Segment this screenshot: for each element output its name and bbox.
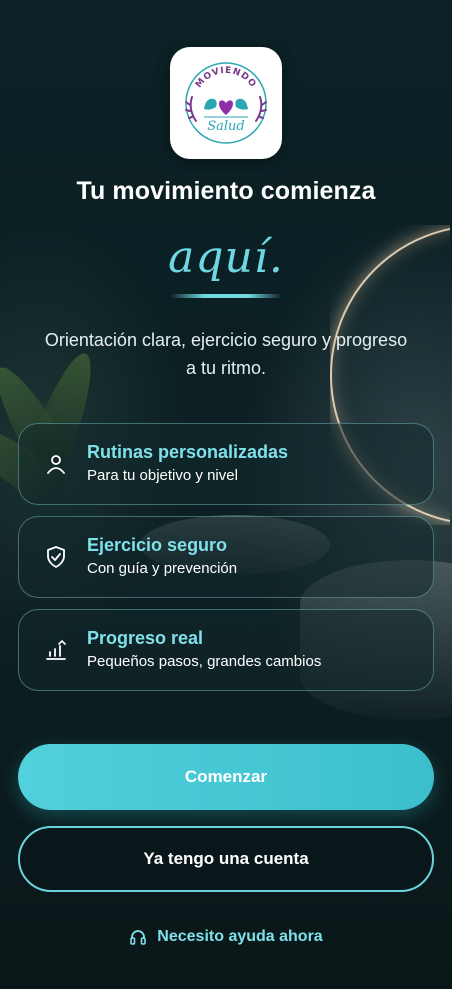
feature-subtitle: Pequeños pasos, grandes cambios xyxy=(87,653,322,670)
app-logo: MOVIENDO Salud xyxy=(170,47,282,159)
script-headline: aquí. xyxy=(168,232,284,283)
user-icon xyxy=(41,449,71,479)
script-underline xyxy=(170,294,282,298)
help-link[interactable]: Necesito ayuda ahora xyxy=(0,928,452,946)
feature-subtitle: Para tu objetivo y nivel xyxy=(87,467,238,484)
shield-check-icon xyxy=(41,542,71,572)
headphones-icon xyxy=(129,928,147,946)
feature-subtitle: Con guía y prevención xyxy=(87,560,238,577)
svg-text:Salud: Salud xyxy=(207,119,245,134)
feature-title: Rutinas personalizadas xyxy=(87,442,289,462)
moviendo-salud-logo: MOVIENDO Salud xyxy=(185,62,267,144)
page-title: Tu movimiento comienza xyxy=(76,177,376,205)
feature-title: Progreso real xyxy=(87,628,204,648)
login-button[interactable]: Ya tengo una cuenta xyxy=(18,826,434,892)
feature-title: Ejercicio seguro xyxy=(87,535,228,555)
start-button[interactable]: Comenzar xyxy=(18,744,434,810)
feature-card-routines: Rutinas personalizadas Para tu objetivo … xyxy=(18,423,434,505)
help-label: Necesito ayuda ahora xyxy=(157,928,323,945)
page-subtitle: Orientación clara, ejercicio seguro y pr… xyxy=(44,330,408,378)
feature-card-safety: Ejercicio seguro Con guía y prevención xyxy=(18,516,434,598)
feature-card-progress: Progreso real Pequeños pasos, grandes ca… xyxy=(18,609,434,691)
chart-trend-icon xyxy=(41,635,71,665)
